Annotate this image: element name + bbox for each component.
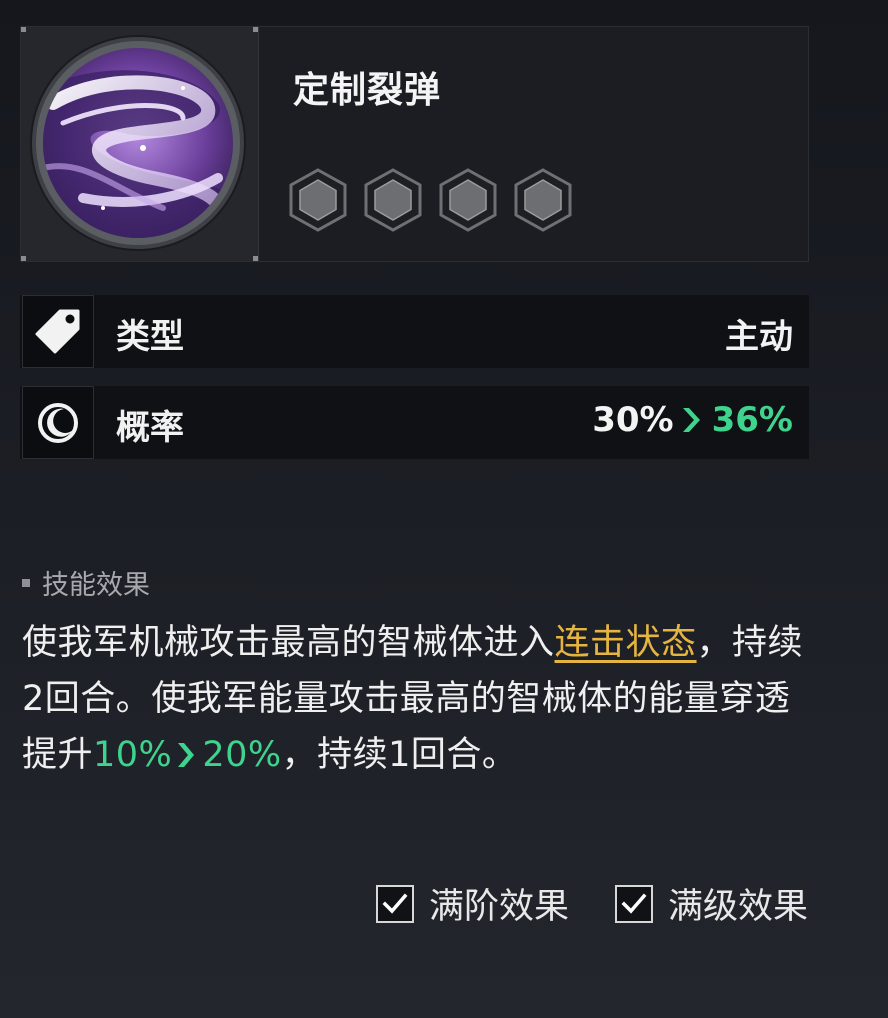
stat-value-upgraded: 36% — [711, 400, 793, 440]
full-rank-toggle[interactable]: 满阶效果 — [375, 878, 569, 929]
full-level-checkbox[interactable] — [614, 884, 653, 923]
stat-value-current: 30% — [592, 400, 674, 440]
full-level-toggle[interactable]: 满级效果 — [614, 878, 808, 929]
upgrade-arrow-icon — [178, 743, 195, 767]
effect-title-text: 技能效果 — [42, 570, 150, 601]
stat-label: 类型 — [116, 317, 184, 357]
star-rank-row — [287, 167, 574, 233]
hexagon-star-slot-icon — [289, 168, 347, 232]
hexagon-star-slot-icon — [514, 168, 572, 232]
hexagon-star-slot-icon — [364, 168, 422, 232]
frame-corner — [253, 27, 258, 32]
checkmark-icon — [382, 893, 408, 914]
stat-row-type: 类型 主动 — [20, 295, 809, 368]
stat-value: 主动 — [725, 309, 793, 358]
skill-name: 定制裂弹 — [293, 70, 442, 111]
stat-value-text: 主动 — [725, 317, 793, 357]
effect-text: ，持续1回合。 — [281, 735, 518, 775]
frame-corner — [21, 256, 26, 261]
full-level-label: 满级效果 — [667, 887, 808, 927]
skill-icon — [36, 41, 240, 245]
full-rank-checkbox[interactable] — [375, 884, 414, 923]
section-bullet-icon — [22, 578, 30, 587]
combo-state-keyword-link[interactable]: 连击状态 — [555, 623, 697, 663]
tag-icon-box — [22, 295, 94, 368]
moon-icon-box — [22, 386, 94, 459]
upgrade-arrow-icon — [682, 408, 700, 432]
hexagon-star-slot-icon — [439, 168, 497, 232]
tag-icon — [35, 309, 80, 353]
stat-row-probability: 概率 30% 36% — [20, 386, 809, 459]
moon-icon — [38, 402, 78, 443]
effect-value-upgraded: 20% — [202, 735, 282, 775]
stat-value: 30% 36% — [592, 400, 793, 440]
frame-corner — [253, 256, 258, 261]
purple-swirl-icon — [43, 48, 233, 238]
stat-label: 概率 — [116, 408, 184, 448]
checkmark-icon — [621, 893, 647, 914]
frame-corner — [21, 27, 26, 32]
full-rank-label: 满阶效果 — [428, 887, 569, 927]
skill-icon-frame — [21, 27, 259, 261]
effect-text: 使我军机械攻击最高的智械体进入 — [22, 623, 555, 663]
skill-header-card: 定制裂弹 — [20, 26, 809, 262]
effect-value-current: 10% — [93, 735, 173, 775]
effect-section-title: 技能效果 — [22, 563, 150, 602]
effect-description: 使我军机械攻击最高的智械体进入连击状态，持续2回合。使我军能量攻击最高的智械体的… — [22, 615, 822, 783]
effect-toggles: 满阶效果 满级效果 — [375, 878, 808, 929]
